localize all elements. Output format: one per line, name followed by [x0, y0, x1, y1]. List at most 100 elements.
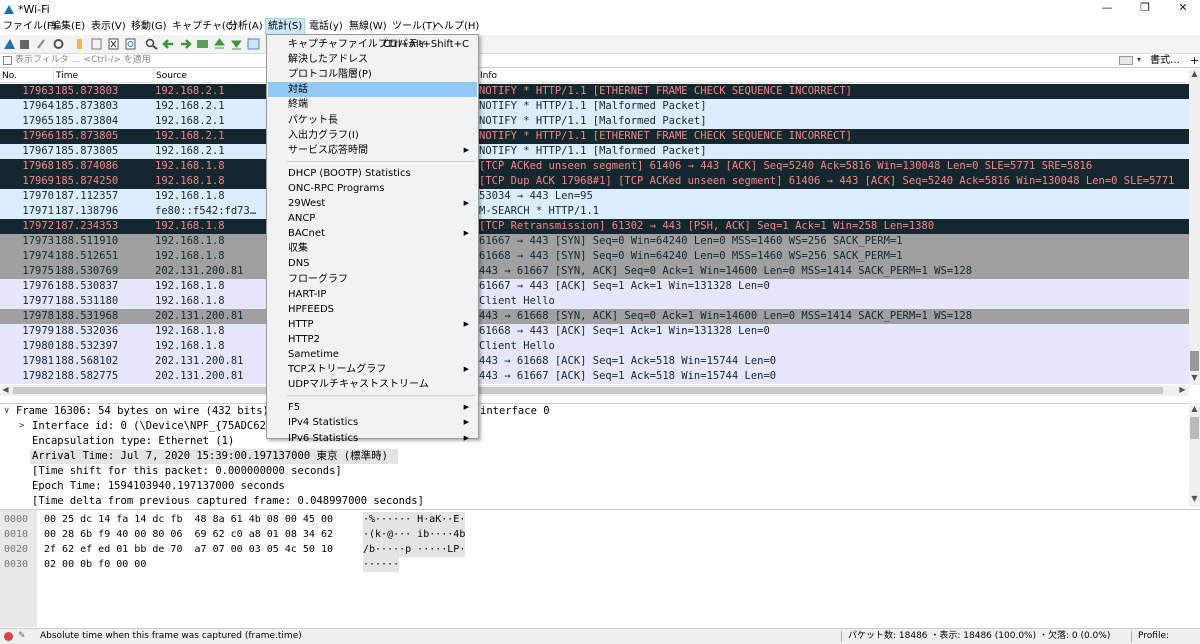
- bookmark-filter-icon[interactable]: [3, 56, 12, 65]
- minimize-button[interactable]: —: [1092, 1, 1122, 17]
- first-icon[interactable]: [213, 38, 226, 50]
- menu-telephony[interactable]: 電話(y): [307, 18, 345, 35]
- collapse-icon[interactable]: ∨: [4, 404, 9, 419]
- detail-row[interactable]: Encapsulation type: Ethernet (1): [0, 434, 1189, 449]
- menu-item[interactable]: BACnet ▶: [268, 226, 477, 241]
- menu-item[interactable]: TCPストリームグラフ ▶: [268, 362, 477, 377]
- scroll-thumb[interactable]: [1190, 417, 1199, 439]
- packet-row[interactable]: 17979 188.532036 192.168.1.8 61668 → 443 [A…: [0, 324, 1189, 339]
- menu-wireless[interactable]: 無線(W): [347, 18, 389, 35]
- menu-item[interactable]: ONC-RPC Programs: [268, 181, 477, 196]
- detail-row[interactable]: ∨ Frame 16306: 54 bytes on wire (432 bit…: [0, 404, 1189, 419]
- apply-filter-arrow-icon[interactable]: [1119, 56, 1133, 65]
- scroll-down-icon[interactable]: ▼: [1189, 494, 1200, 503]
- packet-row[interactable]: 17975 188.530769 202.131.200.81 443 → 61667…: [0, 264, 1189, 279]
- packet-row[interactable]: 17974 188.512651 192.168.1.8 61668 → 443 [S…: [0, 249, 1189, 264]
- packet-list-vscrollbar[interactable]: ▲ ▼: [1189, 69, 1200, 385]
- hscroll-thumb[interactable]: [13, 387, 1163, 394]
- menu-item[interactable]: パケット長: [268, 113, 477, 128]
- menu-item[interactable]: HTTP2: [268, 332, 477, 347]
- reload-icon[interactable]: [124, 38, 137, 50]
- hex-bytes[interactable]: 00 28 6b f9 40 00 80 06 69 62 c0 a8 01 0…: [44, 527, 333, 542]
- menu-item[interactable]: Sametime: [268, 347, 477, 362]
- packet-list-hscrollbar[interactable]: ◀ ▶: [0, 385, 1189, 396]
- back-icon[interactable]: [162, 38, 175, 50]
- hex-bytes[interactable]: 00 25 dc 14 fa 14 dc fb 48 8a 61 4b 08 0…: [44, 512, 333, 527]
- packet-row[interactable]: 17981 188.568102 202.131.200.81 443 → 61668…: [0, 354, 1189, 369]
- detail-row[interactable]: Epoch Time: 1594103940.197137000 seconds: [0, 479, 1189, 494]
- column-info[interactable]: Info: [477, 69, 497, 83]
- packet-row[interactable]: 17964 185.873803 192.168.2.1 NOTIFY * HTTP/…: [0, 99, 1189, 114]
- packet-row[interactable]: 17980 188.532397 192.168.1.8 Client Hello: [0, 339, 1189, 354]
- packet-row[interactable]: 17967 185.873805 192.168.2.1 NOTIFY * HTTP/…: [0, 144, 1189, 159]
- packet-row[interactable]: 17982 188.582775 202.131.200.81 443 → 61667…: [0, 369, 1189, 384]
- close-window-button[interactable]: ✕: [1168, 1, 1198, 17]
- shark-fin-icon[interactable]: [3, 38, 16, 50]
- detail-row[interactable]: [Time delta from previous captured frame…: [0, 494, 1189, 507]
- save-icon[interactable]: [90, 38, 103, 50]
- packet-row[interactable]: 17971 187.138796 fe80::f542:fd73… M-SEARCH …: [0, 204, 1189, 219]
- detail-row-selected[interactable]: Arrival Time: Jul 7, 2020 15:39:00.19713…: [30, 449, 398, 464]
- menu-item[interactable]: 収集: [268, 241, 477, 256]
- hex-bytes[interactable]: 02 00 0b f0 00 00: [44, 557, 146, 572]
- packet-row[interactable]: 17973 188.511910 192.168.1.8 61667 → 443 [S…: [0, 234, 1189, 249]
- last-icon[interactable]: [230, 38, 243, 50]
- column-no[interactable]: No.: [0, 69, 17, 83]
- menu-item[interactable]: 29West ▶: [268, 196, 477, 211]
- scroll-up-icon[interactable]: ▲: [1189, 404, 1200, 413]
- menu-item[interactable]: HTTP ▶: [268, 317, 477, 332]
- menu-view[interactable]: 表示(V): [89, 18, 128, 35]
- detail-row[interactable]: > Interface id: 0 (\Device\NPF_{75ADC62: [0, 419, 1189, 434]
- menu-item[interactable]: サービス応答時間 ▶: [268, 143, 477, 158]
- menu-item[interactable]: フローグラフ: [268, 272, 477, 287]
- column-source[interactable]: Source: [153, 69, 187, 83]
- expression-button[interactable]: 書式…: [1150, 54, 1180, 67]
- hex-ascii[interactable]: ·(k·@··· ib····4b: [363, 527, 466, 542]
- menu-statistics[interactable]: 統計(S): [265, 18, 306, 35]
- menu-item[interactable]: プロトコル階層(P): [268, 67, 477, 82]
- hex-ascii[interactable]: /b·····p ·····LP·: [363, 542, 466, 557]
- menu-item[interactable]: DNS: [268, 256, 477, 271]
- hex-ascii[interactable]: ·%······ H·aK··E·: [363, 512, 466, 527]
- packet-row[interactable]: 17969 185.874250 192.168.1.8 [TCP Dup ACK 1…: [0, 174, 1189, 189]
- restart-icon[interactable]: [35, 38, 48, 50]
- scroll-thumb[interactable]: [1190, 351, 1199, 371]
- packet-row[interactable]: 17966 185.873805 192.168.2.1 NOTIFY * HTTP/…: [0, 129, 1189, 144]
- menu-item[interactable]: IPv4 Statistics ▶: [268, 415, 477, 430]
- hex-bytes[interactable]: 2f 62 ef ed 01 bb de 70 a7 07 00 03 05 4…: [44, 542, 333, 557]
- packet-row[interactable]: 17977 188.531180 192.168.1.8 Client Hello: [0, 294, 1189, 309]
- menu-go[interactable]: 移動(G): [129, 18, 169, 35]
- packet-row[interactable]: 17978 188.531968 202.131.200.81 443 → 61668…: [0, 309, 1189, 324]
- menu-item[interactable]: IPv6 Statistics ▶: [268, 431, 477, 446]
- menu-item[interactable]: DHCP (BOOTP) Statistics: [268, 166, 477, 181]
- menu-item[interactable]: F5 ▶: [268, 400, 477, 415]
- hex-ascii[interactable]: ······: [363, 557, 400, 572]
- packet-row[interactable]: 17970 187.112357 192.168.1.8 53034 → 443 Le…: [0, 189, 1189, 204]
- menu-item[interactable]: 対話: [268, 82, 477, 98]
- menu-help[interactable]: ヘルプ(H): [432, 18, 481, 35]
- expand-icon[interactable]: >: [19, 419, 24, 434]
- expert-info-icon[interactable]: [4, 632, 13, 641]
- packet-row[interactable]: 17965 185.873804 192.168.2.1 NOTIFY * HTTP/…: [0, 114, 1189, 129]
- close-file-icon[interactable]: [107, 38, 120, 50]
- open-icon[interactable]: [73, 38, 86, 50]
- add-filter-button[interactable]: +: [1190, 54, 1199, 67]
- menu-item[interactable]: 入出力グラフ(I): [268, 128, 477, 143]
- scroll-right-icon[interactable]: ▶: [1177, 385, 1188, 394]
- detail-row[interactable]: [Time shift for this packet: 0.000000000…: [0, 464, 1189, 479]
- stop-icon[interactable]: [18, 38, 31, 50]
- menu-item[interactable]: キャプチャファイルプロパティ Ctrl+Alt+Shift+C: [268, 37, 477, 52]
- scroll-down-icon[interactable]: ▼: [1189, 373, 1200, 382]
- profile-selector[interactable]: Profile: Default: [1138, 629, 1200, 644]
- menu-item[interactable]: 終端: [268, 97, 477, 112]
- menu-edit[interactable]: 編集(E): [49, 18, 87, 35]
- packet-row[interactable]: 17972 187.234353 192.168.1.8 [TCP Retransmi…: [0, 219, 1189, 234]
- packet-row[interactable]: 17968 185.874086 192.168.1.8 [TCP ACKed uns…: [0, 159, 1189, 174]
- options-icon[interactable]: [52, 38, 65, 50]
- find-icon[interactable]: [145, 38, 158, 50]
- goto-icon[interactable]: [196, 38, 209, 50]
- scroll-up-icon[interactable]: ▲: [1189, 69, 1200, 78]
- packet-row[interactable]: 17963 185.873803 192.168.2.1 NOTIFY * HTTP/…: [0, 84, 1189, 99]
- menu-item[interactable]: HART-IP: [268, 287, 477, 302]
- autoscroll-icon[interactable]: [247, 38, 260, 50]
